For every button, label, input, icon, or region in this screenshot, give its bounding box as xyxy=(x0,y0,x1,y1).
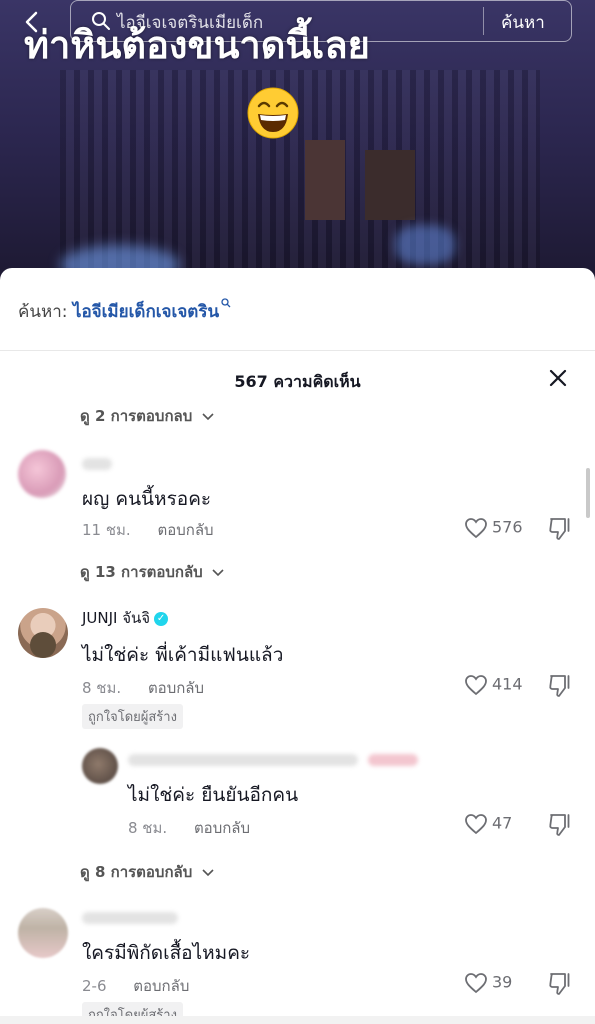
comment-text: ไม่ใช่ค่ะ พี่เค้ามีแฟนแล้ว xyxy=(82,644,284,666)
comment-text: ใครมีพิกัดเสื้อไหมคะ xyxy=(82,942,251,964)
divider xyxy=(0,350,595,351)
video-player[interactable]: ไอจีเจเจตรินเมียเด็ก ค้นหา ท่าหินต้องขนา… xyxy=(0,0,595,290)
comment-meta: 2-6 ตอบกลับ xyxy=(82,974,189,998)
like-button[interactable]: 39 xyxy=(464,972,512,994)
video-background xyxy=(60,70,540,270)
comment-meta: 8 ชม. ตอบกลับ xyxy=(82,676,204,700)
avatar[interactable] xyxy=(18,608,68,658)
dislike-icon[interactable] xyxy=(548,813,574,837)
comments-sheet: ค้นหา: ไอจีเมียเด็กเจเจตริน 567 ความคิดเ… xyxy=(0,268,595,1024)
username-blurred[interactable] xyxy=(128,754,358,766)
scrollbar[interactable] xyxy=(586,468,590,518)
like-button[interactable]: 576 xyxy=(464,517,523,539)
like-button[interactable]: 414 xyxy=(464,674,523,696)
comment-time: 8 ชม. xyxy=(128,819,168,837)
username-blurred[interactable] xyxy=(82,458,112,470)
video-caption: ท่าหินต้องขนาดนี้เลย xyxy=(24,23,370,67)
username-text: JUNJI จันจิ xyxy=(82,609,151,627)
comment-time: 11 ชม. xyxy=(82,521,131,539)
comment-time: 8 ชม. xyxy=(82,679,122,697)
like-count: 39 xyxy=(492,972,513,992)
reply-button[interactable]: ตอบกลับ xyxy=(194,819,250,837)
like-button[interactable]: 47 xyxy=(464,813,512,835)
video-object xyxy=(305,140,345,220)
close-icon[interactable] xyxy=(548,368,568,388)
related-search[interactable]: ค้นหา: ไอจีเมียเด็กเจเจตริน xyxy=(18,298,231,325)
like-count: 47 xyxy=(492,813,513,833)
view-replies-button[interactable]: ดู 13 การตอบกลับ xyxy=(80,560,224,584)
view-replies-button[interactable]: ดู 2 การตอบกลบ xyxy=(80,404,214,428)
comment-text: ผญ คนนี้หรอคะ xyxy=(82,488,212,510)
view-replies-label: ดู 13 การตอบกลับ xyxy=(80,563,203,581)
related-search-term[interactable]: ไอจีเมียเด็กเจเจตริน xyxy=(73,302,219,322)
search-button[interactable]: ค้นหา xyxy=(501,9,545,36)
view-replies-label: ดู 2 การตอบกลบ xyxy=(80,407,193,425)
chevron-down-icon xyxy=(201,868,214,876)
search-icon xyxy=(221,298,231,308)
grinning-face-icon xyxy=(247,87,299,139)
avatar[interactable] xyxy=(82,748,118,784)
dislike-icon[interactable] xyxy=(548,674,574,698)
comment-count: 567 ความคิดเห็น xyxy=(234,372,361,391)
view-replies-button[interactable]: ดู 8 การตอบกลับ xyxy=(80,860,214,884)
comment-time: 2-6 xyxy=(82,977,107,995)
username[interactable]: JUNJI จันจิ ✓ xyxy=(82,606,169,630)
related-search-label: ค้นหา: xyxy=(18,302,68,322)
video-object xyxy=(365,150,415,220)
creator-liked-badge: ถูกใจโดยผู้สร้าง xyxy=(82,704,183,729)
like-count: 414 xyxy=(492,674,523,694)
dislike-icon[interactable] xyxy=(548,517,574,541)
chevron-down-icon xyxy=(212,568,224,576)
heart-icon xyxy=(465,973,487,994)
verified-badge-icon: ✓ xyxy=(154,611,169,626)
bottom-edge xyxy=(0,1016,595,1024)
comment-meta: 11 ชม. ตอบกลับ xyxy=(82,518,214,542)
avatar-figure xyxy=(30,632,56,658)
view-replies-label: ดู 8 การตอบกลับ xyxy=(80,863,193,881)
heart-icon xyxy=(465,675,487,696)
heart-icon xyxy=(465,814,487,835)
reply-button[interactable]: ตอบกลับ xyxy=(133,977,189,995)
comment-text: ไม่ใช่ค่ะ ยืนยันอีกคน xyxy=(128,784,299,806)
like-count: 576 xyxy=(492,517,523,537)
username-blurred[interactable] xyxy=(82,912,178,924)
comment-meta: 8 ชม. ตอบกลับ xyxy=(128,816,250,840)
dislike-icon[interactable] xyxy=(548,972,574,996)
reply-button[interactable]: ตอบกลับ xyxy=(148,679,204,697)
video-light xyxy=(395,225,455,265)
chevron-down-icon xyxy=(201,412,214,420)
reply-button[interactable]: ตอบกลับ xyxy=(157,521,213,539)
search-divider xyxy=(483,7,484,35)
avatar[interactable] xyxy=(18,450,66,498)
avatar[interactable] xyxy=(18,908,68,958)
heart-icon xyxy=(465,518,487,539)
username-blurred xyxy=(368,754,418,766)
